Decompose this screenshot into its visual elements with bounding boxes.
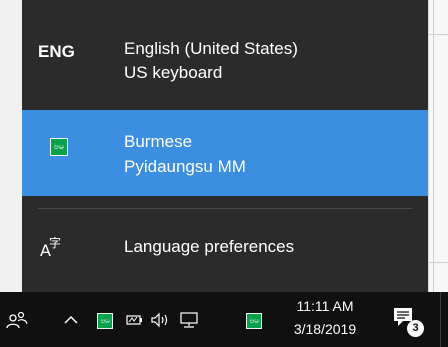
- battery-icon[interactable]: [126, 310, 144, 330]
- network-icon[interactable]: [178, 310, 200, 330]
- people-icon[interactable]: [6, 310, 28, 330]
- svg-text:字: 字: [49, 235, 61, 250]
- show-desktop-divider: [440, 292, 441, 347]
- clock-time: 11:11 AM: [296, 298, 354, 314]
- ime-icon[interactable]: ဗမ: [246, 313, 262, 329]
- window-divider-line: [429, 34, 448, 35]
- language-preferences-label: Language preferences: [124, 237, 295, 256]
- ime-icon[interactable]: ဗမ: [97, 313, 113, 329]
- window-divider-line: [429, 262, 448, 263]
- language-name: English (United States): [124, 39, 298, 58]
- taskbar: ဗမ ဗမ 11:11 AM 3/18/2019 3: [0, 292, 448, 347]
- language-preferences-icon: A 字: [40, 235, 61, 260]
- clock-date: 3/18/2019: [293, 321, 357, 337]
- flyout-divider: [38, 208, 412, 209]
- window-border-line: [433, 0, 434, 292]
- ime-green-icon: ဗမ: [50, 138, 68, 156]
- language-name: Burmese: [124, 132, 193, 151]
- desktop-background: [428, 0, 448, 292]
- language-code-label: ENG: [38, 42, 75, 61]
- language-preferences-link[interactable]: A 字 Language preferences: [22, 214, 428, 284]
- chevron-up-icon[interactable]: [62, 310, 80, 330]
- keyboard-layout-name: US keyboard: [124, 63, 223, 82]
- language-flyout: ENG English (United States) US keyboard …: [22, 0, 428, 292]
- keyboard-layout-name: Pyidaungsu MM: [124, 157, 246, 176]
- volume-icon[interactable]: [150, 310, 172, 330]
- language-item-english[interactable]: ENG English (United States) US keyboard: [22, 24, 428, 104]
- notifications-button[interactable]: 3: [392, 306, 424, 337]
- language-item-burmese[interactable]: ဗမ Burmese Pyidaungsu MM: [22, 110, 428, 196]
- notification-count-badge: 3: [407, 320, 424, 337]
- taskbar-clock[interactable]: 11:11 AM 3/18/2019: [292, 296, 358, 339]
